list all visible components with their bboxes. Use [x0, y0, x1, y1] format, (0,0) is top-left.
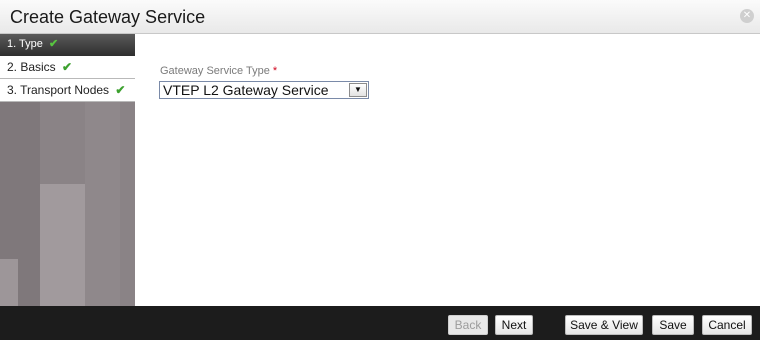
close-icon[interactable]: ✕: [740, 9, 754, 23]
save-button[interactable]: Save: [652, 315, 694, 335]
wizard-step-label: 3. Transport Nodes: [7, 83, 110, 97]
dialog-footer: Back Next Save & View Save Cancel: [0, 306, 760, 340]
dialog-titlebar: Create Gateway Service ✕: [0, 0, 760, 34]
checkmark-icon: ✔: [62, 60, 73, 74]
dialog-title: Create Gateway Service: [10, 7, 206, 27]
select-value: VTEP L2 Gateway Service: [163, 82, 329, 98]
checkmark-icon: ✔: [115, 83, 126, 97]
create-gateway-service-dialog: Create Gateway Service ✕ 1. Type ✔ 2. Ba…: [0, 0, 760, 340]
save-and-view-button[interactable]: Save & View: [565, 315, 643, 335]
required-marker: *: [272, 65, 278, 77]
cancel-button[interactable]: Cancel: [702, 315, 752, 335]
chevron-down-icon[interactable]: ▼: [349, 83, 367, 97]
wizard-step-label: 1. Type: [7, 38, 43, 50]
wizard-step-type[interactable]: 1. Type ✔: [0, 34, 135, 56]
field-label-text: Gateway Service Type: [160, 65, 270, 77]
sidebar-background: [40, 184, 85, 306]
sidebar-background: [85, 94, 120, 306]
wizard-sidebar: 1. Type ✔ 2. Basics ✔ 3. Transport Nodes…: [0, 34, 135, 306]
wizard-content: Gateway Service Type * VTEP L2 Gateway Se…: [135, 34, 760, 306]
wizard-step-transport-nodes[interactable]: 3. Transport Nodes ✔: [0, 79, 135, 102]
wizard-step-label: 2. Basics: [7, 60, 56, 74]
wizard-step-basics[interactable]: 2. Basics ✔: [0, 56, 135, 79]
gateway-service-type-select[interactable]: VTEP L2 Gateway Service ▼: [159, 81, 369, 99]
back-button[interactable]: Back: [448, 315, 488, 335]
sidebar-background: [0, 259, 18, 306]
next-button[interactable]: Next: [495, 315, 533, 335]
checkmark-icon: ✔: [48, 38, 59, 50]
wizard-steps: 1. Type ✔ 2. Basics ✔ 3. Transport Nodes…: [0, 34, 135, 102]
gateway-service-type-label: Gateway Service Type *: [160, 65, 277, 77]
